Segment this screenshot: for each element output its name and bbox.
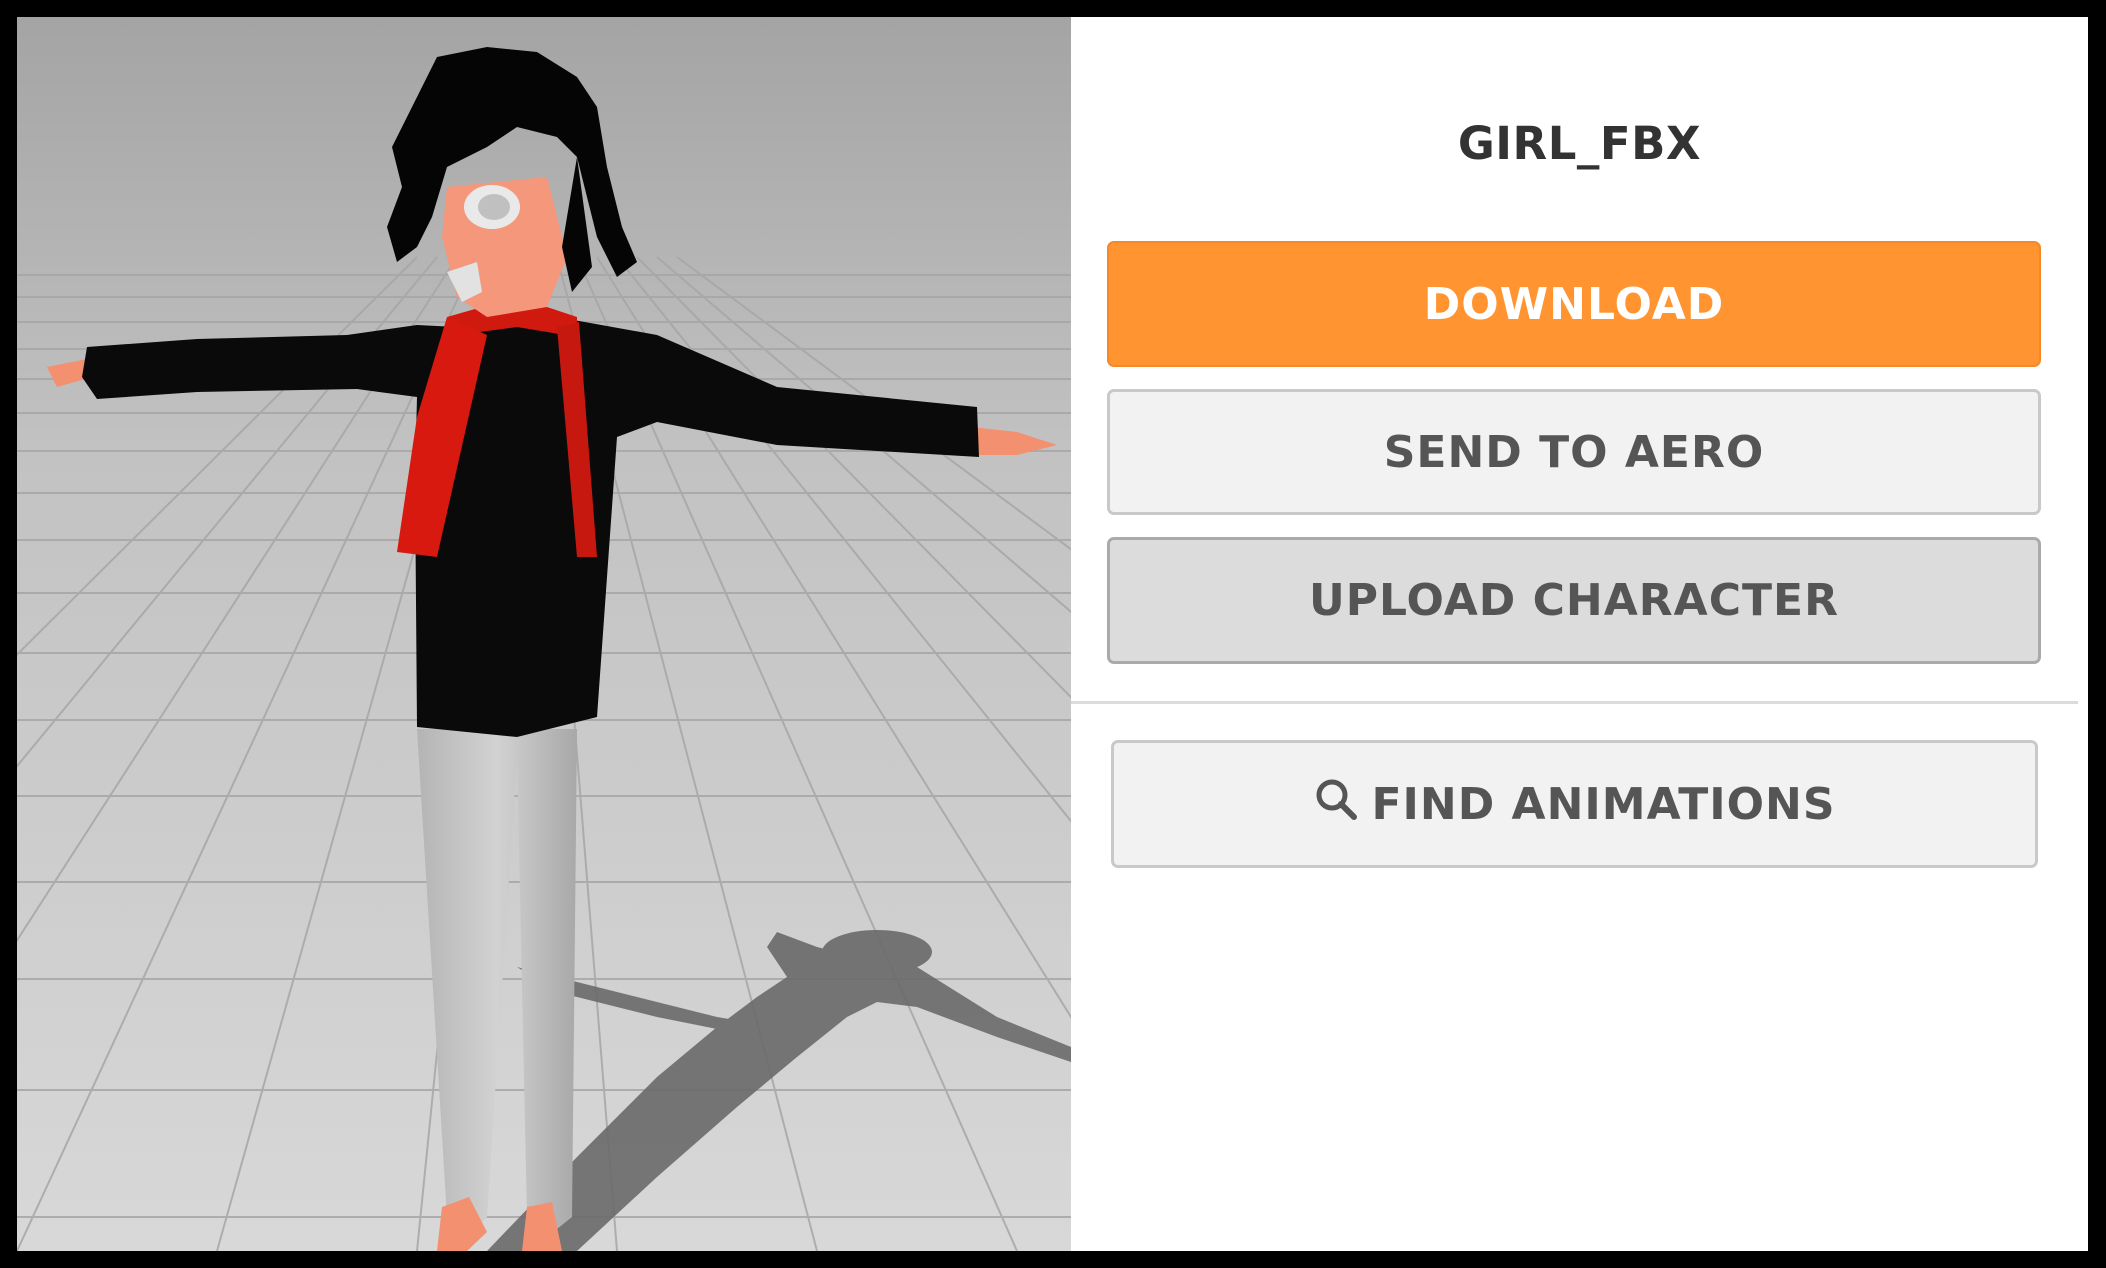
upload-character-button-label: UPLOAD CHARACTER: [1309, 575, 1839, 626]
upload-character-button[interactable]: UPLOAD CHARACTER: [1107, 537, 2041, 664]
send-to-aero-button[interactable]: SEND TO AERO: [1107, 389, 2041, 515]
search-icon: [1313, 776, 1371, 833]
character-3d-viewport[interactable]: [17, 17, 1071, 1251]
find-animations-button[interactable]: FIND ANIMATIONS: [1111, 740, 2038, 868]
download-button[interactable]: DOWNLOAD: [1107, 241, 2041, 367]
section-divider: [1071, 701, 2078, 704]
find-animations-button-label: FIND ANIMATIONS: [1371, 778, 1836, 830]
download-button-label: DOWNLOAD: [1423, 278, 1725, 330]
character-name-title: GIRL_FBX: [1457, 117, 1702, 170]
send-to-aero-button-label: SEND TO AERO: [1383, 426, 1765, 478]
